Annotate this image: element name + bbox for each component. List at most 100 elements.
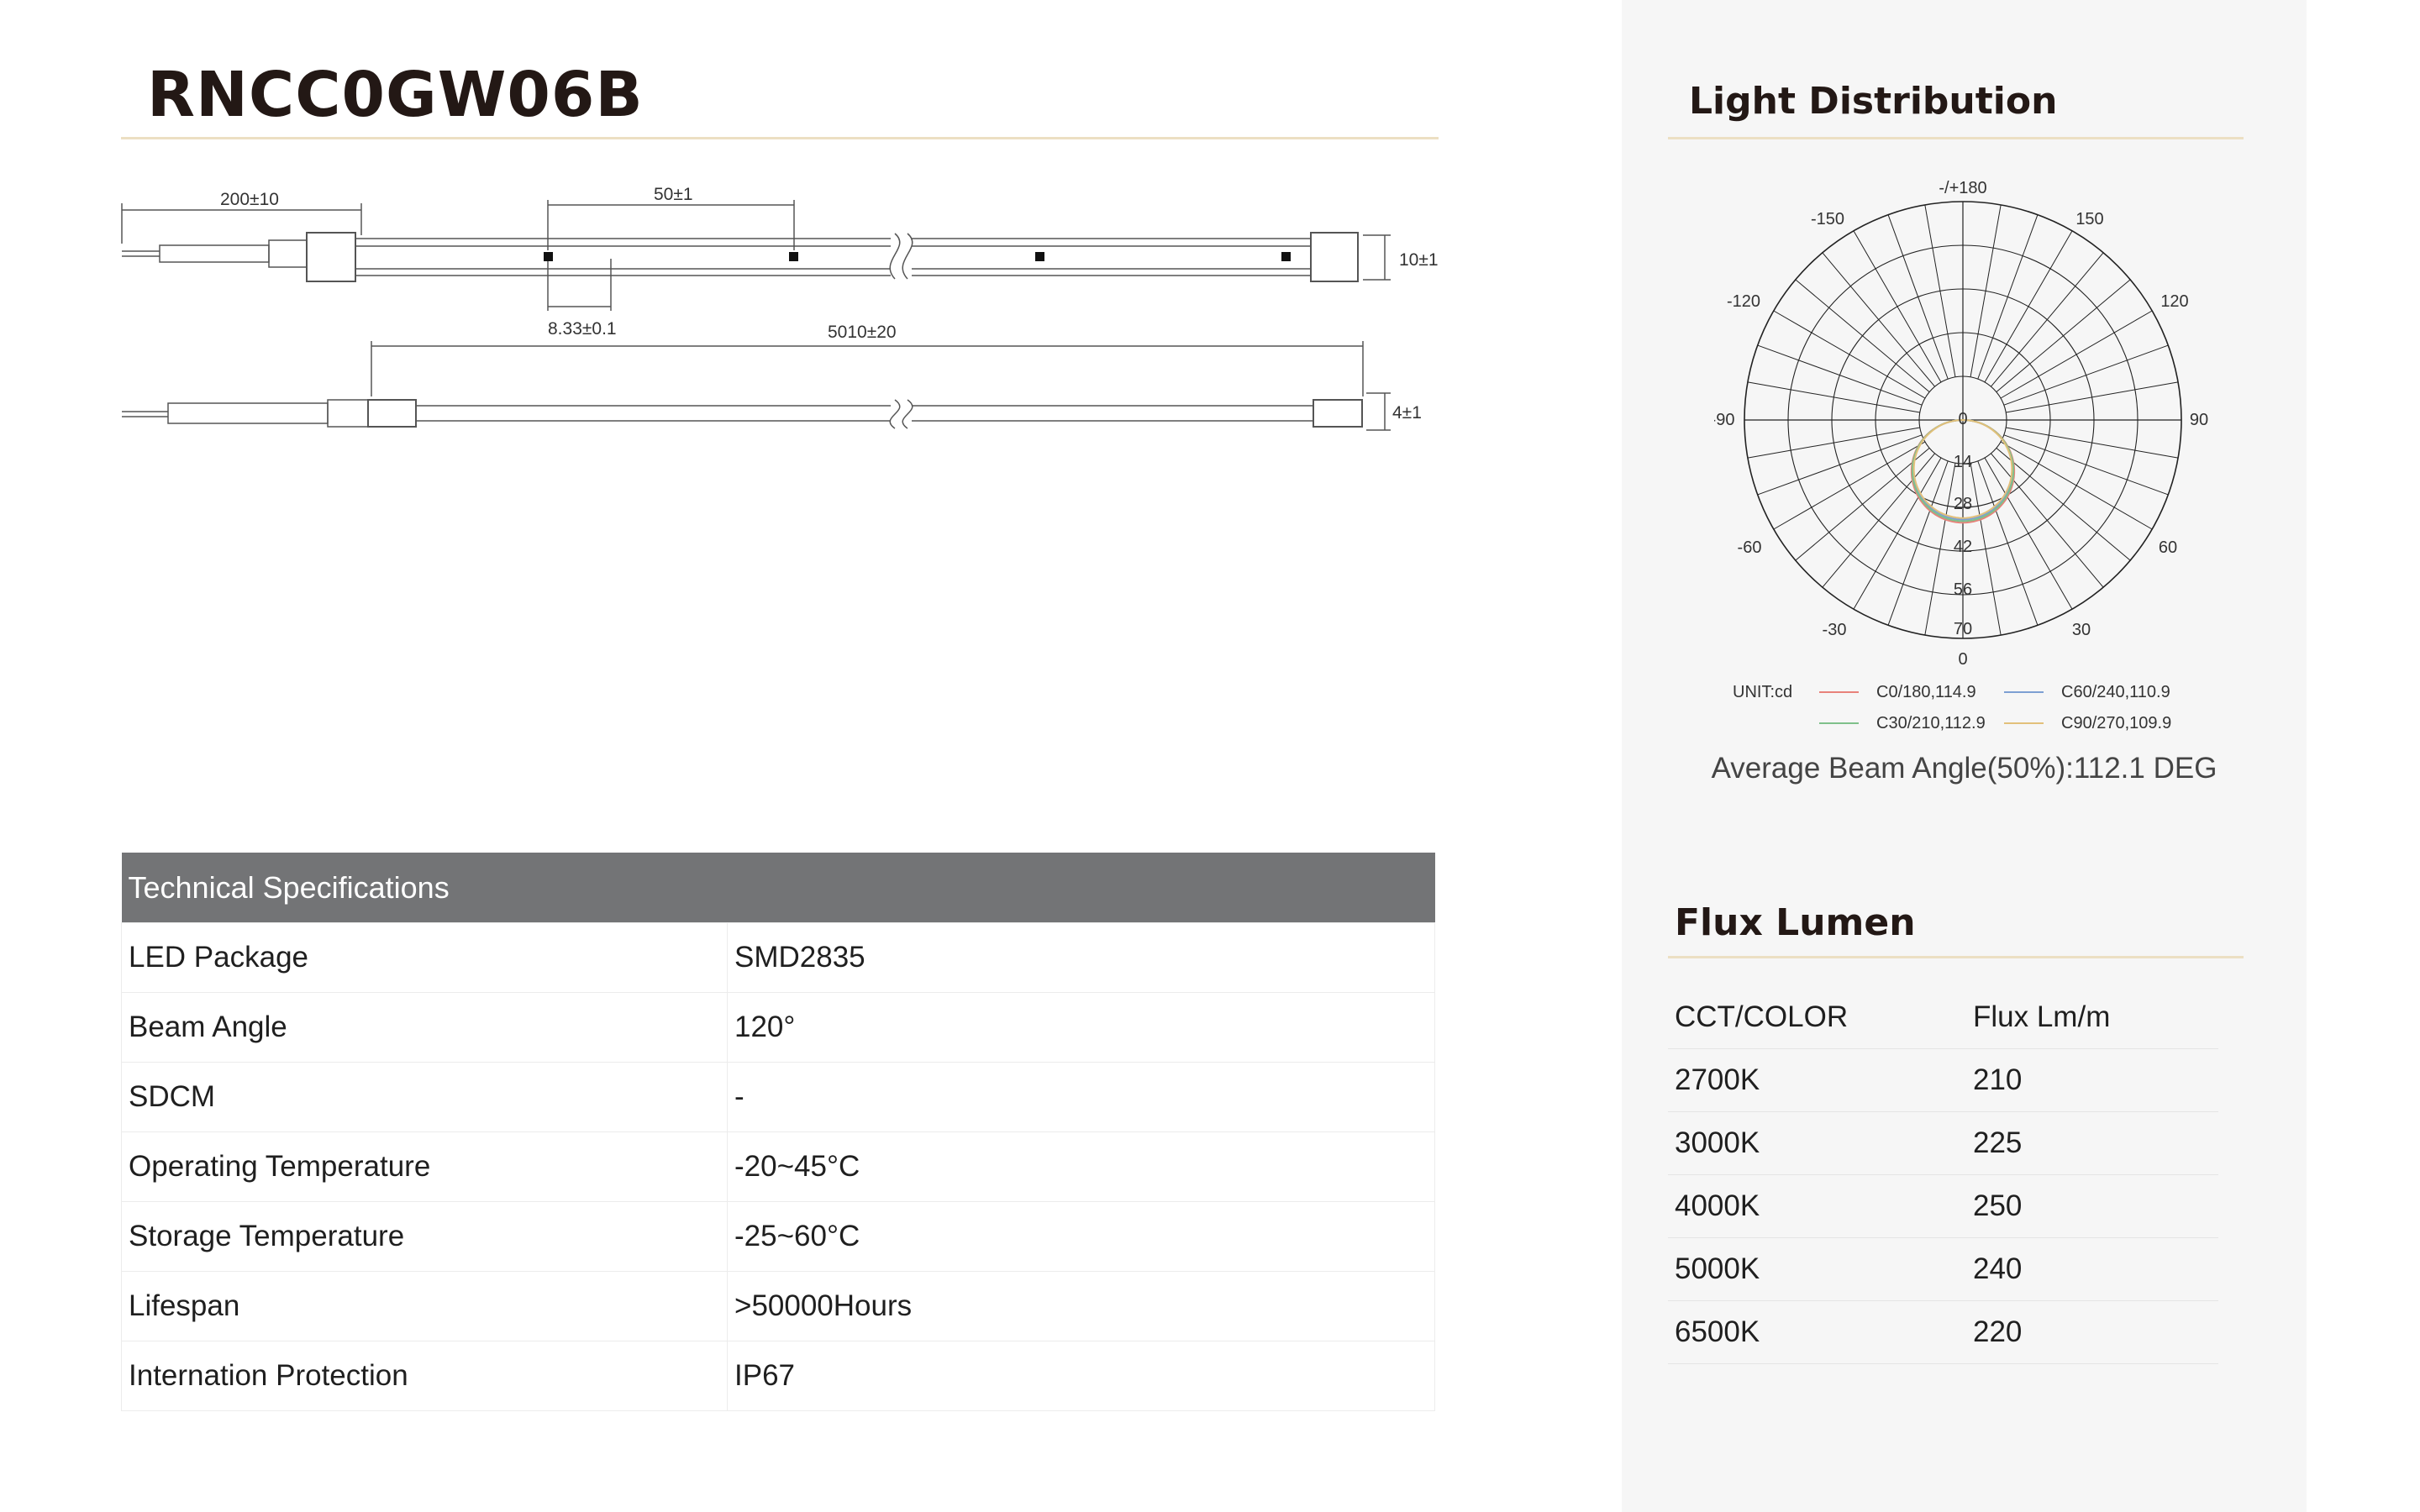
led-chips — [544, 252, 1291, 261]
spec-value: >50000Hours — [727, 1271, 1435, 1341]
polar-spoke — [1924, 204, 1956, 377]
flux-lumen-rule — [1668, 956, 2244, 958]
polar-spoke — [1795, 448, 1930, 561]
spec-key: Internation Protection — [121, 1341, 728, 1411]
angle-label-m60: -60 — [1738, 538, 1762, 557]
spec-table: Technical Specifications LED Package SMD… — [121, 853, 1435, 1411]
title-rule — [121, 137, 1439, 139]
polar-spoke — [1747, 427, 1920, 459]
polar-spoke — [1996, 279, 2131, 392]
polar-spoke — [1970, 204, 2002, 377]
angle-label-m120: -120 — [1727, 292, 1760, 311]
polar-spoke — [1757, 344, 1923, 406]
polar-spoke — [1853, 230, 1942, 383]
dim-length: 5010±20 — [828, 323, 897, 342]
radial-label: 0 — [1958, 410, 1967, 428]
polar-spoke — [1991, 453, 2104, 588]
table-row: LED Package SMD2835 — [121, 922, 1435, 993]
flux-cct: 3000K — [1668, 1111, 1966, 1175]
polar-spoke — [2006, 427, 2179, 459]
angle-label-p150: 150 — [2075, 210, 2103, 228]
angle-label-bottom: 0 — [1958, 650, 1967, 669]
spec-key: Storage Temperature — [121, 1201, 728, 1272]
table-row: Beam Angle 120° — [121, 992, 1435, 1063]
unit-label: UNIT:cd — [1733, 683, 1792, 701]
polar-spoke — [1970, 463, 2002, 636]
spec-value: 120° — [727, 992, 1435, 1063]
flux-header-flux: Flux Lm/m — [1966, 986, 2218, 1049]
spec-key: Operating Temperature — [121, 1131, 728, 1202]
spec-value: -20~45°C — [727, 1131, 1435, 1202]
product-code: RNCC0GW06B — [147, 59, 644, 131]
spec-value: - — [727, 1062, 1435, 1132]
polar-spoke — [1887, 460, 1949, 626]
angle-label-p30: 30 — [2072, 621, 2091, 639]
legend-label: C90/270,109.9 — [2061, 714, 2171, 732]
table-row: 4000K 250 — [1668, 1174, 2218, 1238]
table-row: SDCM - — [121, 1062, 1435, 1132]
light-distribution-rule — [1668, 137, 2244, 139]
angle-label-m150: -150 — [1811, 210, 1844, 228]
dim-thickness: 4±1 — [1392, 403, 1422, 423]
flux-table: CCT/COLOR Flux Lm/m 2700K 210 3000K 225 … — [1668, 986, 2218, 1364]
dim-pitch: 50±1 — [654, 185, 693, 204]
polar-spoke — [1984, 230, 2073, 383]
flux-cct: 5000K — [1668, 1237, 1966, 1301]
flux-value: 240 — [1966, 1237, 2218, 1301]
angle-label-top: -/+180 — [1939, 179, 1986, 197]
dim-led-size: 8.33±0.1 — [548, 319, 617, 339]
polar-spoke — [1757, 434, 1923, 496]
flux-value: 220 — [1966, 1300, 2218, 1364]
polar-spoke — [1996, 448, 2131, 561]
radial-label: 42 — [1954, 538, 1972, 556]
legend-label: C30/210,112.9 — [1876, 714, 1986, 732]
polar-spoke — [2000, 310, 2153, 399]
polar-spoke — [1984, 457, 2073, 610]
angle-label-m30: -30 — [1823, 621, 1847, 639]
table-row: 3000K 225 — [1668, 1111, 2218, 1175]
table-row: 5000K 240 — [1668, 1237, 2218, 1301]
polar-spoke — [1887, 214, 1949, 380]
flux-cct: 6500K — [1668, 1300, 1966, 1364]
angle-label-p120: 120 — [2160, 292, 2188, 311]
spec-value: -25~60°C — [727, 1201, 1435, 1272]
spec-value: IP67 — [727, 1341, 1435, 1411]
polar-spoke — [2006, 381, 2179, 413]
radial-label: 56 — [1954, 580, 1972, 599]
flux-cct: 2700K — [1668, 1048, 1966, 1112]
polar-spoke — [1853, 457, 1942, 610]
light-distribution-title: Light Distribution — [1689, 80, 2058, 123]
polar-diagram: -/+180 -150 150 -120 120 -90 90 -60 60 -… — [1714, 179, 2208, 732]
table-row: CCT/COLOR Flux Lm/m — [1668, 986, 2218, 1049]
flux-lumen-title: Flux Lumen — [1675, 901, 1916, 944]
flux-value: 225 — [1966, 1111, 2218, 1175]
technical-drawing: 200±10 50±1 10±1 8.33±0.1 5010±20 4±1 — [121, 185, 1439, 431]
spec-key: Beam Angle — [121, 992, 728, 1063]
legend-label: C60/240,110.9 — [2061, 683, 2170, 701]
polar-spoke — [1795, 279, 1930, 392]
angle-label-p90: 90 — [2190, 411, 2208, 429]
flux-header-cct: CCT/COLOR — [1668, 986, 1966, 1049]
spec-key: SDCM — [121, 1062, 728, 1132]
table-row: Operating Temperature -20~45°C — [121, 1131, 1435, 1202]
polar-spoke — [1924, 463, 1956, 636]
radial-label: 28 — [1954, 495, 1972, 513]
angle-label-m90: -90 — [1714, 411, 1734, 429]
radial-label: 14 — [1954, 453, 1972, 471]
spec-key: Lifespan — [121, 1271, 728, 1341]
spec-value: SMD2835 — [727, 922, 1435, 993]
spec-table-header: Technical Specifications — [121, 853, 1435, 923]
polar-spoke — [2000, 441, 2153, 530]
table-row: Storage Temperature -25~60°C — [121, 1201, 1435, 1272]
radial-label: 70 — [1954, 620, 1972, 638]
polar-spoke — [1747, 381, 1920, 413]
polar-spoke — [1977, 214, 2039, 380]
dim-height: 10±1 — [1399, 250, 1439, 270]
polar-spoke — [2003, 344, 2169, 406]
polar-spoke — [1773, 441, 1926, 530]
table-row: Lifespan >50000Hours — [121, 1271, 1435, 1341]
table-row: 6500K 220 — [1668, 1300, 2218, 1364]
polar-spoke — [1822, 252, 1935, 387]
table-row: 2700K 210 — [1668, 1048, 2218, 1112]
spec-key: LED Package — [121, 922, 728, 993]
